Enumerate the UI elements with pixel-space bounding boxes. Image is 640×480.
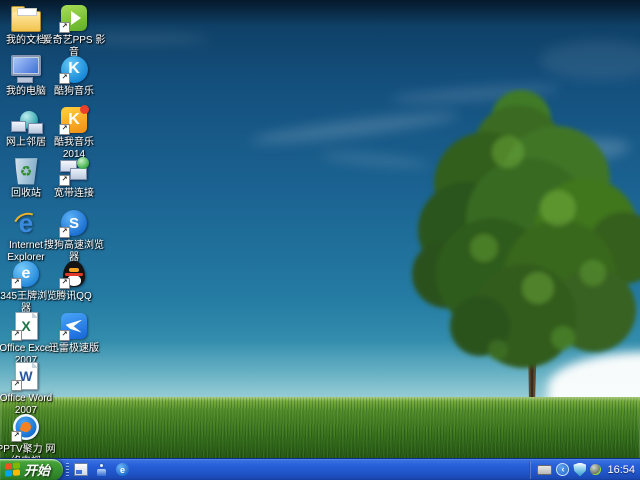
shortcut-arrow-icon: ↗ bbox=[11, 380, 22, 391]
my-computer-icon bbox=[10, 54, 42, 84]
pptv-icon: ↗ bbox=[10, 412, 42, 442]
2345-browser-icon: e↗ bbox=[10, 259, 42, 289]
xunlei-icon: ↗ bbox=[58, 311, 90, 341]
desktop-icon-kuwo-music[interactable]: K↗ 酷我音乐 2014 bbox=[42, 105, 106, 161]
shortcut-arrow-icon: ↗ bbox=[11, 278, 22, 289]
internet-explorer-icon: e bbox=[10, 208, 42, 238]
shortcut-arrow-icon: ↗ bbox=[59, 330, 70, 341]
desktop-icon-label: 我的电脑 bbox=[6, 86, 46, 98]
show-desktop-icon[interactable] bbox=[73, 462, 88, 477]
office-excel-icon: X↗ bbox=[10, 311, 42, 341]
broadband-icon: ↗ bbox=[58, 156, 90, 186]
tray-chevron-icon[interactable]: ‹ bbox=[556, 463, 569, 476]
desktop-icon-label: 我的文档 bbox=[6, 35, 46, 47]
desktop: 我的文档 我的电脑 网上邻居 ♻ 回收站 e Internet Explorer… bbox=[0, 0, 640, 480]
kugou-music-icon: K↗ bbox=[58, 54, 90, 84]
start-button-label: 开始 bbox=[24, 460, 50, 479]
desktop-icon-kugou-music[interactable]: K↗ 酷狗音乐 bbox=[42, 54, 106, 98]
desktop-icon-label: 腾讯QQ bbox=[56, 291, 92, 303]
desktop-icon-broadband[interactable]: ↗ 宽带连接 bbox=[42, 156, 106, 200]
quick-launch-bar: e bbox=[69, 462, 134, 477]
taskbar: 开始 e ‹ 16:54 bbox=[0, 458, 640, 480]
tencent-qq-icon: ↗ bbox=[58, 259, 90, 289]
sogou-browser-icon: S↗ bbox=[58, 208, 90, 238]
office-word-icon: W↗ bbox=[10, 361, 42, 391]
shortcut-arrow-icon: ↗ bbox=[11, 330, 22, 341]
windows-logo-icon bbox=[5, 462, 20, 478]
shortcut-arrow-icon: ↗ bbox=[59, 175, 70, 186]
desktop-icon-label: 网上邻居 bbox=[6, 137, 46, 149]
shortcut-arrow-icon: ↗ bbox=[59, 278, 70, 289]
system-tray: ‹ 16:54 bbox=[531, 459, 640, 480]
recycle-bin-icon: ♻ bbox=[10, 156, 42, 186]
shortcut-arrow-icon: ↗ bbox=[59, 227, 70, 238]
desktop-icon-sogou-browser[interactable]: S↗ 搜狗高速浏览器 bbox=[42, 208, 106, 264]
network-places-icon bbox=[10, 105, 42, 135]
my-documents-icon bbox=[10, 3, 42, 33]
desktop-icon-label: 酷狗音乐 bbox=[54, 86, 94, 98]
shortcut-arrow-icon: ↗ bbox=[59, 22, 70, 33]
desktop-icon-iqiyi-pps[interactable]: ↗ 爱奇艺PPS 影音 bbox=[42, 3, 106, 59]
desktop-icon-label: 回收站 bbox=[11, 188, 41, 200]
desktop-icon-label: 迅雷极速版 bbox=[49, 343, 99, 355]
tree-image bbox=[388, 88, 640, 410]
security-shield-icon[interactable] bbox=[573, 463, 586, 477]
ie-quicklaunch-icon[interactable]: e bbox=[115, 462, 130, 477]
desktop-icon-tencent-qq[interactable]: ↗ 腾讯QQ bbox=[42, 259, 106, 303]
network-status-icon[interactable] bbox=[537, 465, 552, 475]
start-button[interactable]: 开始 bbox=[0, 459, 63, 480]
desktop-icon-xunlei[interactable]: ↗ 迅雷极速版 bbox=[42, 311, 106, 355]
shortcut-arrow-icon: ↗ bbox=[59, 124, 70, 135]
media-player-icon[interactable] bbox=[94, 462, 109, 477]
iqiyi-pps-icon: ↗ bbox=[58, 3, 90, 33]
shortcut-arrow-icon: ↗ bbox=[11, 431, 22, 442]
desktop-icon-office-word[interactable]: W↗ Office Word 2007 bbox=[0, 361, 58, 417]
taskbar-clock[interactable]: 16:54 bbox=[607, 464, 635, 476]
kuwo-music-icon: K↗ bbox=[58, 105, 90, 135]
desktop-icon-label: 宽带连接 bbox=[54, 188, 94, 200]
antivirus-icon[interactable] bbox=[590, 464, 601, 475]
shortcut-arrow-icon: ↗ bbox=[59, 73, 70, 84]
